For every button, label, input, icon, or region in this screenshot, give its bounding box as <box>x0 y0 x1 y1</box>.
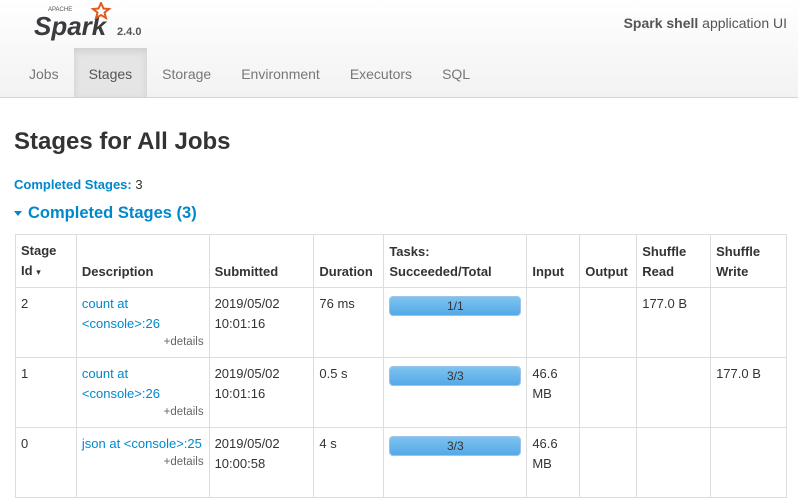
cell-output <box>579 287 638 358</box>
tasks-progress-bar: 1/1 <box>389 296 522 316</box>
cell-stage-id: 0 <box>15 427 77 498</box>
stage-description-link[interactable]: json at <console>:25 <box>82 436 202 451</box>
cell-shuffle-read <box>636 427 712 498</box>
cell-duration: 0.5 s <box>313 357 385 428</box>
header-stage-id[interactable]: Stage Id ▾ <box>15 234 77 288</box>
header-tasks[interactable]: Tasks: Succeeded/Total <box>383 234 528 288</box>
cell-duration: 4 s <box>313 427 385 498</box>
sort-desc-icon: ▾ <box>36 267 41 277</box>
cell-tasks: 1/1 <box>383 287 528 358</box>
details-toggle[interactable]: +details <box>164 332 204 352</box>
tab-sql[interactable]: SQL <box>427 48 485 97</box>
table-row: 2 count at <console>:26 +details 2019/05/… <box>15 287 787 358</box>
completed-stages-toggle[interactable]: Completed Stages (3) <box>14 204 197 223</box>
table-header-row: Stage Id ▾ Description Submitted Duratio… <box>15 234 787 288</box>
caret-down-icon <box>14 211 22 217</box>
stage-description-link[interactable]: count at <console>:26 <box>82 366 160 401</box>
nav-tabs: Jobs Stages Storage Environment Executor… <box>14 48 485 98</box>
tab-jobs[interactable]: Jobs <box>14 48 74 97</box>
app-name: Spark shell <box>623 15 699 31</box>
tab-stages[interactable]: Stages <box>73 48 148 97</box>
tasks-progress-text: 3/3 <box>446 439 464 453</box>
tab-executors[interactable]: Executors <box>335 48 427 97</box>
cell-shuffle-read <box>636 357 712 428</box>
details-toggle[interactable]: +details <box>164 402 204 422</box>
cell-description: count at <console>:26 +details <box>75 357 210 428</box>
stages-table: Stage Id ▾ Description Submitted Duratio… <box>15 234 787 498</box>
cell-shuffle-write <box>710 427 787 498</box>
details-toggle[interactable]: +details <box>164 452 204 472</box>
tasks-progress-bar: 3/3 <box>389 366 522 386</box>
cell-submitted: 2019/05/02 10:01:16 <box>208 287 315 358</box>
header-shuffle-read[interactable]: Shuffle Read <box>636 234 712 288</box>
cell-output <box>579 427 638 498</box>
tasks-progress-text: 1/1 <box>446 299 464 313</box>
cell-input: 46.6 MB <box>526 357 581 428</box>
cell-submitted: 2019/05/02 10:01:16 <box>208 357 315 428</box>
cell-shuffle-write: 177.0 B <box>710 357 787 428</box>
tab-storage[interactable]: Storage <box>147 48 226 97</box>
tasks-progress-bar: 3/3 <box>389 436 522 456</box>
cell-output <box>579 357 638 428</box>
cell-input <box>526 287 581 358</box>
stage-description-link[interactable]: count at <console>:26 <box>82 296 160 331</box>
cell-duration: 76 ms <box>313 287 385 358</box>
header-description[interactable]: Description <box>75 234 210 288</box>
cell-description: count at <console>:26 +details <box>75 287 210 358</box>
completed-stages-link[interactable]: Completed Stages: <box>14 177 132 192</box>
cell-stage-id: 1 <box>15 357 77 428</box>
page-title: Stages for All Jobs <box>14 128 231 155</box>
cell-stage-id: 2 <box>15 287 77 358</box>
tasks-progress-text: 3/3 <box>446 369 464 383</box>
header-output[interactable]: Output <box>579 234 638 288</box>
cell-input: 46.6 MB <box>526 427 581 498</box>
header-shuffle-write[interactable]: Shuffle Write <box>710 234 787 288</box>
cell-tasks: 3/3 <box>383 357 528 428</box>
navbar: APACHE Spark 2.4.0 Spark shell applicati… <box>0 0 798 98</box>
cell-shuffle-write <box>710 287 787 358</box>
table-row: 1 count at <console>:26 +details 2019/05/… <box>15 357 787 428</box>
cell-tasks: 3/3 <box>383 427 528 498</box>
spark-version: 2.4.0 <box>117 26 142 38</box>
header-input[interactable]: Input <box>526 234 581 288</box>
tab-environment[interactable]: Environment <box>226 48 335 97</box>
header-duration[interactable]: Duration <box>313 234 385 288</box>
cell-submitted: 2019/05/02 10:00:58 <box>208 427 315 498</box>
header-submitted[interactable]: Submitted <box>208 234 315 288</box>
cell-description: json at <console>:25 +details <box>75 427 210 498</box>
completed-stages-count: 3 <box>135 177 143 192</box>
table-row: 0 json at <console>:25 +details 2019/05/0… <box>15 427 787 498</box>
app-title-suffix: application UI <box>702 15 787 31</box>
app-title: Spark shell application UI <box>624 15 787 31</box>
section-title: Completed Stages (3) <box>28 204 197 222</box>
summary: Completed Stages: 3 <box>14 177 143 192</box>
cell-shuffle-read: 177.0 B <box>636 287 712 358</box>
